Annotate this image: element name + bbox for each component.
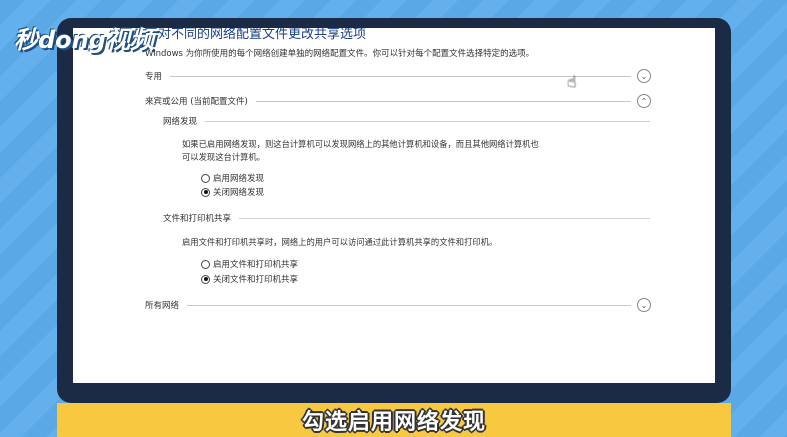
radio-button-checked[interactable]: [201, 187, 210, 197]
file-printer-sharing-header: 文件和打印机共享: [163, 212, 650, 224]
radio-turn-off-network-discovery[interactable]: 关闭网络发现: [201, 186, 264, 198]
radio-label: 启用网络发现: [213, 174, 265, 184]
radio-enable-file-printer-sharing[interactable]: 启用文件和打印机共享: [201, 258, 298, 270]
page-description: Windows 为你所使用的每个网络创建单独的网络配置文件。你可以针对每个配置文…: [145, 49, 535, 59]
chevron-down-icon[interactable]: ⌄: [637, 69, 651, 83]
divider: [255, 100, 631, 102]
section-private-label: 专用: [145, 72, 163, 82]
network-discovery-heading: 网络发现: [163, 117, 198, 127]
radio-button[interactable]: [201, 173, 210, 183]
section-guest-public[interactable]: 来宾或公用 (当前配置文件) ⌃: [145, 94, 651, 108]
network-discovery-description-line1: 如果已启用网络发现，则这台计算机可以发现网络上的其他计算机和设备，而且其他网络计…: [182, 139, 539, 149]
hand-cursor-icon: ☝: [567, 72, 577, 91]
network-discovery-description-line2: 可以发现这台计算机。: [182, 152, 265, 162]
chevron-up-icon[interactable]: ⌃: [637, 94, 651, 108]
page-title: 针对不同的网络配置文件更改共享选项: [145, 28, 367, 42]
divider: [187, 304, 631, 306]
advanced-sharing-settings-window: 针对不同的网络配置文件更改共享选项 Windows 为你所使用的每个网络创建单独…: [73, 28, 715, 383]
divider: [205, 120, 650, 122]
radio-turn-off-file-printer-sharing[interactable]: 关闭文件和打印机共享: [201, 273, 298, 285]
radio-enable-network-discovery[interactable]: 启用网络发现: [201, 172, 264, 184]
radio-button[interactable]: [201, 259, 210, 269]
watermark-logo: 秒dong视频: [14, 26, 154, 54]
section-guest-public-label: 来宾或公用 (当前配置文件): [145, 97, 248, 107]
radio-label: 关闭文件和打印机共享: [213, 275, 299, 285]
file-printer-sharing-description: 启用文件和打印机共享时，网络上的用户可以访问通过此计算机共享的文件和打印机。: [182, 237, 498, 247]
network-discovery-header: 网络发现: [163, 115, 650, 127]
file-printer-sharing-heading: 文件和打印机共享: [163, 214, 232, 224]
radio-label: 启用文件和打印机共享: [213, 260, 299, 270]
network-discovery-description: 如果已启用网络发现，则这台计算机可以发现网络上的其他计算机和设备，而且其他网络计…: [182, 138, 592, 164]
chevron-down-icon[interactable]: ⌄: [637, 298, 651, 312]
section-all-networks[interactable]: 所有网络 ⌄: [145, 298, 651, 312]
caption-bar: 勾选启用网络发现: [57, 403, 731, 437]
radio-button-checked[interactable]: [201, 274, 210, 284]
section-all-networks-label: 所有网络: [145, 301, 180, 311]
caption-text: 勾选启用网络发现: [301, 410, 486, 435]
divider: [170, 75, 631, 77]
radio-label: 关闭网络发现: [213, 188, 265, 198]
divider: [239, 217, 650, 219]
